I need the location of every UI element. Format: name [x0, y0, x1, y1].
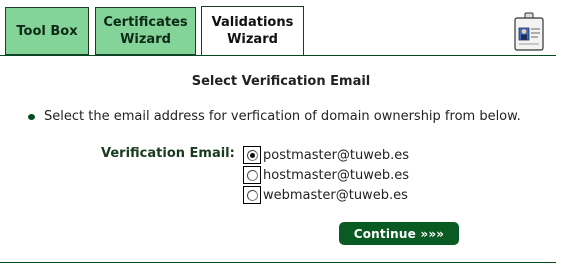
- bottom-divider: [0, 262, 556, 263]
- email-option-webmaster[interactable]: webmaster@tuweb.es: [243, 185, 409, 205]
- radio-box[interactable]: [243, 166, 261, 184]
- radio-selected-icon[interactable]: [246, 149, 258, 161]
- verification-email-label: Verification Email:: [101, 146, 235, 161]
- tab-label: Validations Wizard: [211, 15, 294, 47]
- tab-tool-box[interactable]: Tool Box: [5, 7, 89, 55]
- tab-divider: [0, 55, 556, 56]
- page-title: Select Verification Email: [191, 74, 371, 89]
- email-option-label[interactable]: hostmaster@tuweb.es: [263, 168, 409, 183]
- tab-label: Tool Box: [16, 23, 78, 39]
- bullet-icon: [28, 113, 35, 120]
- tab-bar: Tool Box Certificates Wizard Validations…: [0, 0, 562, 56]
- email-option-hostmaster[interactable]: hostmaster@tuweb.es: [243, 165, 409, 185]
- radio-unselected-icon[interactable]: [246, 169, 258, 181]
- instruction-text: Select the email address for verfication…: [44, 109, 521, 124]
- email-option-label[interactable]: webmaster@tuweb.es: [263, 188, 408, 203]
- radio-unselected-icon[interactable]: [246, 189, 258, 201]
- radio-box[interactable]: [243, 186, 261, 204]
- id-badge-icon: [514, 12, 544, 51]
- tab-validations-wizard[interactable]: Validations Wizard: [201, 6, 304, 55]
- continue-button[interactable]: Continue »»»: [339, 222, 459, 245]
- instruction-line: Select the email address for verfication…: [28, 109, 521, 124]
- radio-box[interactable]: [243, 146, 261, 164]
- tab-label: Certificates Wizard: [103, 15, 188, 47]
- tab-certificates-wizard[interactable]: Certificates Wizard: [95, 7, 196, 55]
- email-options: postmaster@tuweb.es hostmaster@tuweb.es …: [243, 145, 409, 205]
- email-option-label[interactable]: postmaster@tuweb.es: [263, 148, 409, 163]
- email-option-postmaster[interactable]: postmaster@tuweb.es: [243, 145, 409, 165]
